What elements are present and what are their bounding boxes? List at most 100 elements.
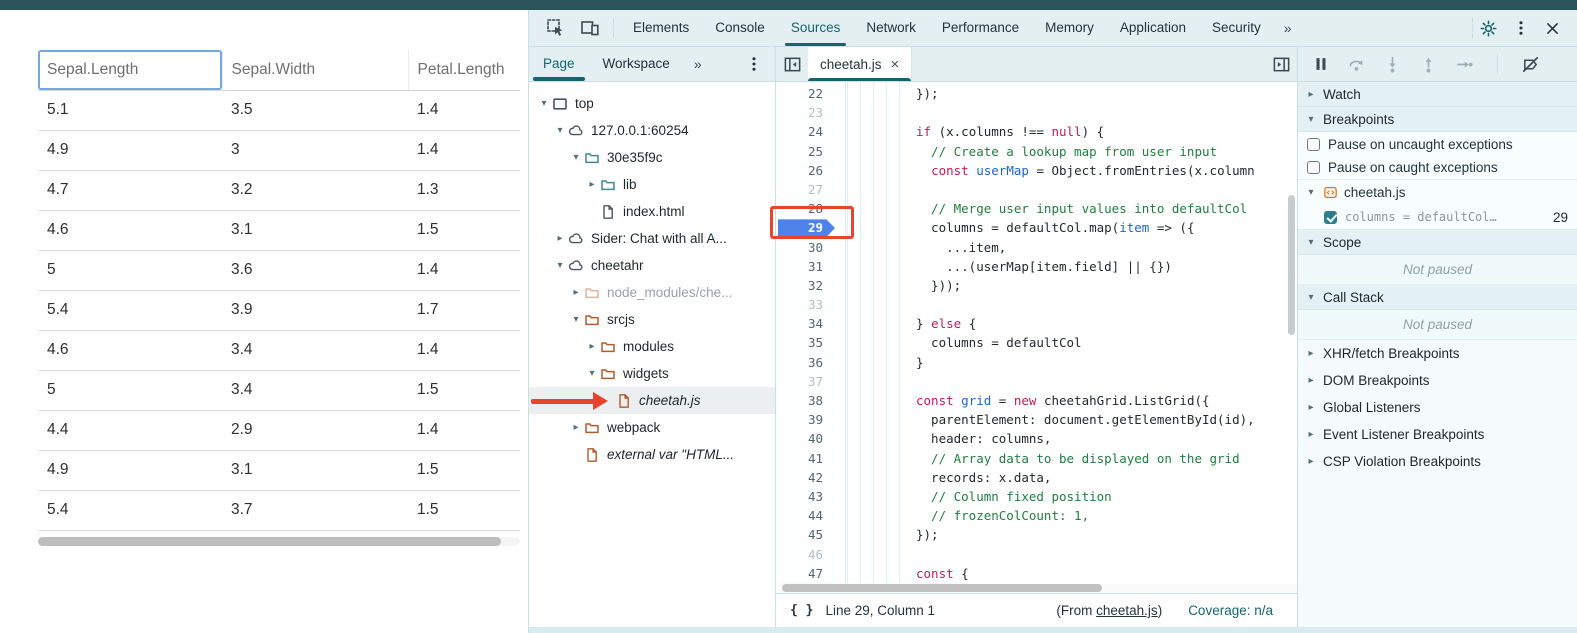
panel-left-icon[interactable] [776,47,808,81]
section-dom-breakpoints[interactable]: ▸DOM Breakpoints [1298,367,1577,394]
table-cell[interactable]: 3.1 [222,450,408,490]
section-csp-violation-breakpoints[interactable]: ▸CSP Violation Breakpoints [1298,448,1577,475]
tree-item-lib[interactable]: ▸lib [529,171,775,198]
option-pause-on-caught-exceptions[interactable]: Pause on caught exceptions [1298,156,1577,180]
table-cell[interactable]: 1.4 [408,130,520,170]
tab-security[interactable]: Security [1199,10,1274,46]
table-cell[interactable]: 1.4 [408,410,520,450]
panel-right-icon[interactable] [1265,47,1297,81]
table-cell[interactable]: 1.3 [408,170,520,210]
more-menu-icon[interactable] [1512,19,1530,37]
table-cell[interactable]: 3.9 [222,290,408,330]
section-event-listener-breakpoints[interactable]: ▸Event Listener Breakpoints [1298,421,1577,448]
editor-horizontal-scrollbar[interactable] [776,583,1297,593]
close-icon[interactable] [1544,20,1561,37]
editor-vertical-scrollbar[interactable] [1288,195,1295,335]
tree-item-webpack[interactable]: ▸webpack [529,414,775,441]
tree-item-widgets[interactable]: ▾widgets [529,360,775,387]
expander-icon[interactable]: ▾ [585,368,599,379]
checkbox[interactable] [1307,138,1320,151]
tree-item-top[interactable]: ▾top [529,90,775,117]
expander-icon[interactable]: ▸ [1305,375,1317,386]
table-cell[interactable]: 3 [222,130,408,170]
tab-memory[interactable]: Memory [1032,10,1107,46]
expander-icon[interactable]: ▸ [1305,402,1317,413]
table-cell[interactable]: 4.9 [38,130,222,170]
tree-item-127-0-0-1-60254[interactable]: ▾127.0.0.1:60254 [529,117,775,144]
settings-gear-icon[interactable] [1479,19,1498,38]
more-navigator-tabs-button[interactable]: » [684,56,713,72]
expander-icon[interactable]: ▸ [585,179,599,190]
section-breakpoints[interactable]: ▾Breakpoints [1298,107,1577,132]
section-global-listeners[interactable]: ▸Global Listeners [1298,394,1577,421]
expander-icon[interactable]: ▾ [1305,187,1317,198]
table-cell[interactable]: 5.4 [38,490,222,530]
device-toolbar-icon[interactable] [576,14,604,42]
table-cell[interactable]: 5 [38,370,222,410]
tree-item-sider-chat-with-all-a[interactable]: ▸Sider: Chat with all A... [529,225,775,252]
inspect-icon[interactable] [542,14,570,42]
column-header-sepal-length[interactable]: Sepal.Length [38,50,222,90]
tab-sources[interactable]: Sources [778,10,854,46]
expander-icon[interactable]: ▸ [1305,429,1317,440]
table-cell[interactable]: 1.5 [408,370,520,410]
pause-icon[interactable] [1312,55,1330,73]
expander-icon[interactable]: ▸ [569,287,583,298]
tree-item-modules[interactable]: ▸modules [529,333,775,360]
navigator-tab-workspace[interactable]: Workspace [589,47,684,81]
breakpoint-file-cheetah-js[interactable]: ▾cheetah.js [1298,180,1577,205]
table-cell[interactable]: 3.6 [222,250,408,290]
breakpoint-entry[interactable]: columns = defaultCol…29 [1298,205,1577,230]
table-cell[interactable]: 1.4 [408,250,520,290]
table-cell[interactable]: 4.4 [38,410,222,450]
expander-icon[interactable]: ▸ [1305,456,1317,467]
tab-performance[interactable]: Performance [929,10,1032,46]
table-cell[interactable]: 4.6 [38,210,222,250]
table-cell[interactable]: 3.7 [222,490,408,530]
section-scope[interactable]: ▾Scope [1298,230,1577,255]
tree-item-external-var-html[interactable]: external var "HTML... [529,441,775,468]
more-tabs-button[interactable]: » [1274,20,1303,36]
tab-network[interactable]: Network [853,10,929,46]
table-cell[interactable]: 5 [38,250,222,290]
more-menu-icon[interactable] [745,55,775,73]
table-cell[interactable]: 1.5 [408,450,520,490]
table-cell[interactable]: 3.1 [222,210,408,250]
table-cell[interactable]: 1.7 [408,290,520,330]
section-call-stack[interactable]: ▾Call Stack [1298,285,1577,310]
expander-icon[interactable]: ▸ [569,422,583,433]
expander-icon[interactable]: ▾ [553,260,567,271]
tab-application[interactable]: Application [1107,10,1199,46]
table-cell[interactable]: 1.5 [408,210,520,250]
close-tab-icon[interactable]: × [891,57,900,72]
expander-icon[interactable]: ▾ [537,98,551,109]
deactivate-breakpoints-icon[interactable] [1521,55,1540,74]
table-cell[interactable]: 4.9 [38,450,222,490]
expander-icon[interactable]: ▸ [553,233,567,244]
expander-icon[interactable]: ▾ [569,314,583,325]
section-xhr-fetch-breakpoints[interactable]: ▸XHR/fetch Breakpoints [1298,340,1577,367]
coverage-link[interactable]: Coverage: n/a [1188,603,1273,618]
option-pause-on-uncaught-exceptions[interactable]: Pause on uncaught exceptions [1298,132,1577,156]
checkbox[interactable] [1307,161,1320,174]
table-cell[interactable]: 5.4 [38,290,222,330]
editor-tab-cheetah-js[interactable]: cheetah.js × [808,47,912,81]
table-cell[interactable]: 1.5 [408,490,520,530]
expander-icon[interactable]: ▸ [1305,348,1317,359]
table-cell[interactable]: 5.1 [38,90,222,130]
table-cell[interactable]: 4.6 [38,330,222,370]
pretty-print-icon[interactable]: { } [790,603,813,618]
tree-item-cheetahr[interactable]: ▾cheetahr [529,252,775,279]
table-cell[interactable]: 3.4 [222,370,408,410]
grid-horizontal-scrollbar[interactable] [38,537,520,546]
table-cell[interactable]: 3.5 [222,90,408,130]
expander-icon[interactable]: ▾ [569,152,583,163]
tree-item-index-html[interactable]: index.html [529,198,775,225]
table-cell[interactable]: 3.4 [222,330,408,370]
column-header-sepal-width[interactable]: Sepal.Width [222,50,408,90]
breakpoint-checkbox[interactable] [1324,211,1337,224]
table-cell[interactable]: 4.7 [38,170,222,210]
tab-console[interactable]: Console [702,10,778,46]
expander-icon[interactable]: ▾ [1305,237,1317,248]
tree-item-node-modules-che[interactable]: ▸node_modules/che... [529,279,775,306]
